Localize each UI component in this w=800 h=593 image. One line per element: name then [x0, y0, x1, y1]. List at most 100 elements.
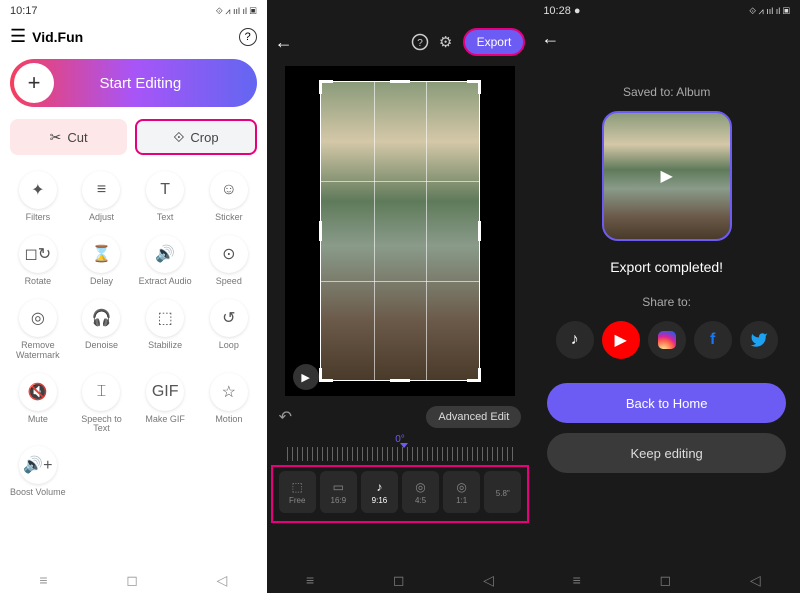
back-icon[interactable]: ←	[541, 28, 559, 49]
keep-editing-button[interactable]: Keep editing	[547, 433, 786, 473]
rotation-ruler[interactable]	[287, 447, 514, 461]
status-bar: 10:17 ⟐ ⩘ ııl ıl ▣	[0, 0, 267, 22]
tool-icon: 🎧	[82, 299, 120, 337]
ratio-label: 5.8"	[496, 489, 510, 498]
plus-icon: +	[14, 63, 54, 103]
nav-recents-icon[interactable]: ≡	[39, 572, 47, 588]
tool-denoise[interactable]: 🎧 Denoise	[70, 295, 134, 365]
back-to-home-button[interactable]: Back to Home	[547, 383, 786, 423]
tool-label: Denoise	[85, 341, 118, 351]
nav-bar: ≡ ◻ ◁	[0, 567, 267, 593]
share-youtube-icon[interactable]: ▶	[602, 321, 640, 359]
menu-icon[interactable]: ☰	[10, 26, 26, 47]
nav-recents-icon[interactable]: ≡	[573, 572, 581, 588]
tool-icon: 🔊	[146, 235, 184, 273]
tool-icon: GIF	[146, 373, 184, 411]
tool-delay[interactable]: ⌛Delay	[70, 231, 134, 291]
nav-back-icon[interactable]: ◁	[750, 572, 761, 589]
undo-icon[interactable]: ↶	[279, 407, 292, 427]
crop-handle[interactable]	[390, 379, 410, 382]
tool-sticker[interactable]: ☺Sticker	[197, 167, 261, 227]
tool-text[interactable]: TText	[133, 167, 197, 227]
tool-icon: ≡	[82, 171, 120, 209]
nav-bar: ≡ ◻ ◁	[533, 567, 800, 593]
tool-label: Delay	[90, 277, 113, 287]
edit-header: ← ? ⚙ Export	[267, 22, 534, 62]
export-completed-label: Export completed!	[610, 259, 723, 275]
tool-icon: ☆	[210, 373, 248, 411]
tool-speed[interactable]: ⊙Speed	[197, 231, 261, 291]
export-button[interactable]: Export	[463, 28, 526, 56]
tool-label: Rotate	[25, 277, 52, 287]
share-twitter-icon[interactable]	[740, 321, 778, 359]
play-button[interactable]: ▶	[293, 364, 319, 390]
tool-icon: 🔊+	[19, 446, 57, 484]
tool-label: Speech to Text	[73, 415, 129, 435]
tool-stabilize[interactable]: ⬚ Stabilize	[133, 295, 197, 365]
ruler-pointer-icon	[400, 443, 408, 448]
share-instagram-icon[interactable]	[648, 321, 686, 359]
tool-filters[interactable]: ✦Filters	[6, 167, 70, 227]
nav-home-icon[interactable]: ◻	[126, 572, 138, 589]
nav-home-icon[interactable]: ◻	[660, 572, 672, 589]
ratio-9-16[interactable]: ♪9:16	[361, 471, 398, 513]
crop-frame[interactable]	[320, 81, 480, 381]
tool-label: Make GIF	[145, 415, 185, 425]
nav-home-icon[interactable]: ◻	[393, 572, 405, 589]
tool-make-gif[interactable]: GIF Make GIF	[133, 369, 197, 439]
help-icon[interactable]: ?	[239, 28, 257, 46]
svg-text:?: ?	[417, 38, 423, 49]
advanced-edit-button[interactable]: Advanced Edit	[426, 406, 521, 428]
crop-button[interactable]: ⟐ Crop	[135, 119, 256, 155]
status-time: 10:17	[10, 5, 38, 17]
nav-bar: ≡ ◻ ◁	[267, 567, 534, 593]
ratio-4-5[interactable]: ◎4:5	[402, 471, 439, 513]
ratio-58[interactable]: 5.8"	[484, 471, 521, 513]
tool-mute[interactable]: 🔇Mute	[6, 369, 70, 439]
back-icon[interactable]: ←	[275, 32, 293, 53]
tool-remove-watermark[interactable]: ◎Remove Watermark	[6, 295, 70, 365]
tool-loop[interactable]: ↺Loop	[197, 295, 261, 365]
tool-icon: ⬚	[146, 299, 184, 337]
scissors-icon: ✂	[50, 129, 62, 146]
nav-back-icon[interactable]: ◁	[483, 572, 494, 589]
settings-icon[interactable]: ⚙	[437, 33, 455, 51]
start-editing-label: Start Editing	[54, 75, 257, 92]
ratio-icon: ⬚	[292, 480, 303, 494]
cut-button[interactable]: ✂ Cut	[10, 119, 127, 155]
nav-recents-icon[interactable]: ≡	[306, 572, 314, 588]
tool-speech-to-text[interactable]: ⌶Speech to Text	[70, 369, 134, 439]
ratio-1-1[interactable]: ◎1:1	[443, 471, 480, 513]
ratio-label: 16:9	[331, 496, 347, 505]
status-icons: ⟐ ⩘ ııl ıl ▣	[216, 6, 257, 17]
nav-back-icon[interactable]: ◁	[217, 572, 228, 589]
ratio-Free[interactable]: ⬚Free	[279, 471, 316, 513]
help-icon[interactable]: ?	[411, 33, 429, 51]
start-editing-button[interactable]: + Start Editing	[10, 59, 257, 107]
share-facebook-icon[interactable]: f	[694, 321, 732, 359]
tool-rotate[interactable]: ◻↻Rotate	[6, 231, 70, 291]
tool-extract-audio[interactable]: 🔊Extract Audio	[133, 231, 197, 291]
tool-icon: ☺	[210, 171, 248, 209]
export-thumbnail[interactable]: ▶	[602, 111, 732, 241]
tool-label: Stabilize	[148, 341, 182, 351]
crop-handle[interactable]	[319, 221, 322, 241]
edit-header: ←	[533, 22, 800, 55]
share-to-label: Share to:	[642, 295, 691, 309]
crop-handle[interactable]	[478, 221, 481, 241]
status-icons: ⟐ ⩘ ııl ıl ▣	[749, 6, 790, 17]
tool-boost-volume[interactable]: 🔊+Boost Volume	[6, 442, 70, 502]
ratio-label: 1:1	[456, 496, 467, 505]
ratio-16-9[interactable]: ▭16:9	[320, 471, 357, 513]
tool-label: Mute	[28, 415, 48, 425]
status-bar	[267, 0, 534, 22]
tool-grid: ✦Filters≡AdjustTText☺Sticker ◻↻Rotate⌛Del…	[0, 159, 267, 502]
tool-icon: ◎	[19, 299, 57, 337]
play-icon: ▶	[660, 166, 672, 186]
tool-icon: T	[146, 171, 184, 209]
share-tiktok-icon[interactable]: ♪	[556, 321, 594, 359]
video-preview[interactable]: ▶	[285, 66, 516, 396]
crop-handle[interactable]	[390, 80, 410, 83]
tool-motion[interactable]: ☆Motion	[197, 369, 261, 439]
tool-adjust[interactable]: ≡Adjust	[70, 167, 134, 227]
